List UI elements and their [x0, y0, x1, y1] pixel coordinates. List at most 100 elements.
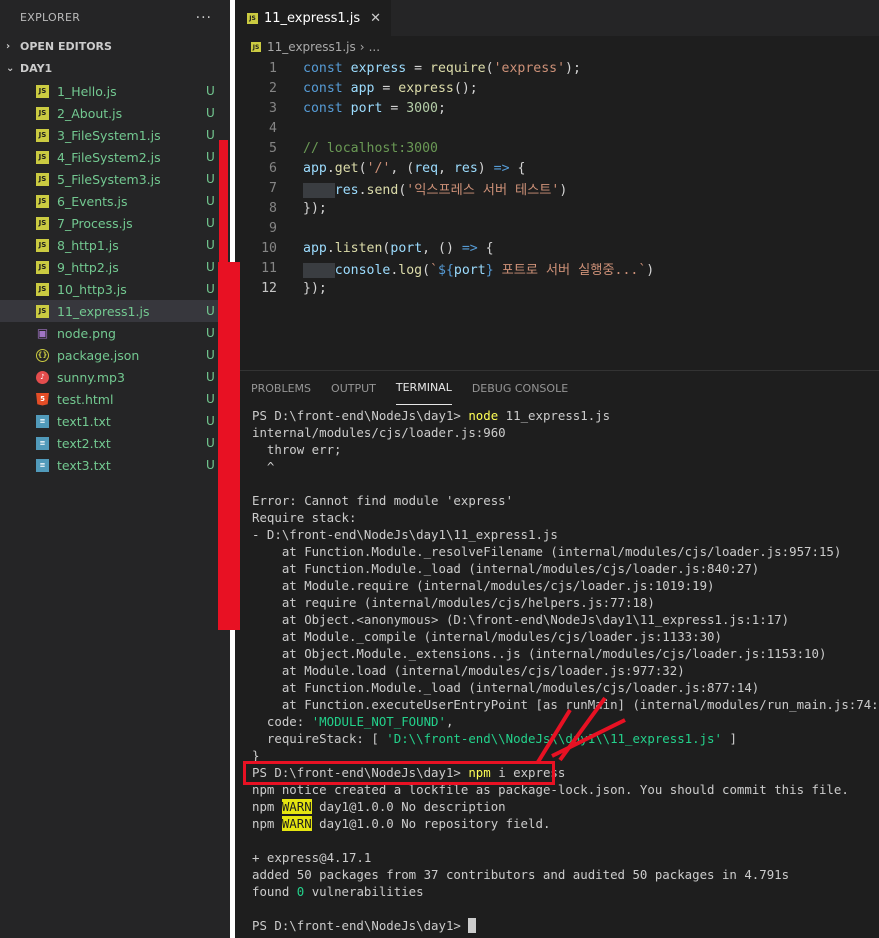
open-editors-label: OPEN EDITORS	[20, 39, 112, 53]
code-token: ;	[438, 100, 446, 116]
file-name: 8_http1.js	[57, 237, 119, 253]
code-token: 포트로 서버 실행중...`	[493, 262, 647, 278]
file-name: package.json	[57, 347, 140, 363]
code-token: });	[303, 200, 327, 216]
line-number: 11	[261, 260, 277, 276]
json-file-icon: {}	[36, 348, 49, 362]
code-line: 7 res.send('익스프레스 서버 테스트')	[235, 178, 879, 198]
code-token: port	[390, 240, 423, 256]
terminal-text: at Object.<anonymous> (D:\front-end\Node…	[252, 612, 790, 627]
js-file-icon: JS	[36, 216, 49, 230]
terminal-text: at Function.Module._resolveFilename (int…	[252, 544, 842, 559]
file-item[interactable]: JS 7_Process.js U	[0, 212, 230, 234]
code-line: 9	[235, 218, 879, 238]
file-item[interactable]: ≡ text3.txt U	[0, 454, 230, 476]
editor-tab[interactable]: JS 11_express1.js ✕	[235, 0, 392, 36]
file-name: node.png	[57, 325, 116, 341]
more-icon[interactable]: ···	[196, 10, 212, 26]
code-text: app.listen(port, () => {	[277, 241, 494, 256]
open-editors-section[interactable]: › OPEN EDITORS	[0, 35, 230, 57]
js-file-icon: JS	[247, 12, 258, 24]
file-item[interactable]: ≡ text1.txt U	[0, 410, 230, 432]
file-name: 1_Hello.js	[57, 83, 117, 99]
file-item[interactable]: ♪ sunny.mp3 U	[0, 366, 230, 388]
red-annotation-stroke	[218, 262, 240, 630]
panel-tab-output[interactable]: OUTPUT	[331, 371, 376, 405]
js-file-icon: JS	[251, 42, 261, 52]
code-token: req	[414, 160, 439, 176]
code-token: .	[326, 240, 335, 256]
terminal-text: npm	[252, 816, 282, 831]
file-item[interactable]: JS 1_Hello.js U	[0, 80, 230, 102]
close-icon[interactable]: ✕	[370, 11, 381, 26]
terminal-cursor	[468, 918, 477, 933]
file-item[interactable]: JS 2_About.js U	[0, 102, 230, 124]
line-number: 6	[269, 160, 277, 176]
red-highlight-box	[243, 761, 555, 785]
terminal-text: + express@4.17.1	[252, 850, 372, 865]
line-number: 7	[269, 180, 277, 196]
file-item[interactable]: JS 10_http3.js U	[0, 278, 230, 300]
code-area[interactable]: 1 const express = require('express'); 2 con…	[235, 58, 879, 298]
panel-tab-problems[interactable]: PROBLEMS	[251, 371, 311, 405]
file-item[interactable]: JS 11_express1.js U	[0, 300, 230, 322]
file-name: 7_Process.js	[57, 215, 133, 231]
terminal-text: PS D:\front-end\NodeJs\day1>	[252, 918, 469, 933]
file-item[interactable]: ≡ text2.txt U	[0, 432, 230, 454]
terminal-line: npm WARN day1@1.0.0 No repository field.	[252, 815, 879, 832]
git-status-badge: U	[206, 106, 215, 120]
panel-tab-debug-console[interactable]: DEBUG CONSOLE	[472, 371, 568, 405]
line-number: 3	[269, 100, 277, 116]
code-line: 3 const port = 3000;	[235, 98, 879, 118]
terminal-line: at Module._compile (internal/modules/cjs…	[252, 628, 879, 645]
folder-section[interactable]: ⌄ DAY1	[0, 57, 230, 79]
panel-tab-terminal[interactable]: TERMINAL	[395, 371, 452, 405]
code-line: 6 app.get('/', (req, res) => {	[235, 158, 879, 178]
breadcrumb-file[interactable]: 11_express1.js	[267, 40, 356, 54]
code-token: get	[334, 160, 359, 176]
file-item[interactable]: JS 5_FileSystem3.js U	[0, 168, 230, 190]
code-token: `	[430, 262, 439, 278]
terminal-text: npm	[252, 799, 282, 814]
file-item[interactable]: JS 4_FileSystem2.js U	[0, 146, 230, 168]
txt-file-icon: ≡	[36, 436, 49, 450]
terminal-line: at Module.load (internal/modules/cjs/loa…	[252, 662, 879, 679]
file-item[interactable]: JS 3_FileSystem1.js U	[0, 124, 230, 146]
terminal-line: PS D:\front-end\NodeJs\day1>	[252, 917, 879, 934]
code-token: =	[374, 80, 399, 96]
terminal[interactable]: PS D:\front-end\NodeJs\day1> node 11_exp…	[235, 405, 879, 934]
terminal-text: ]	[721, 731, 737, 746]
code-text: res.send('익스프레스 서버 테스트')	[277, 179, 567, 198]
line-number: 2	[269, 80, 277, 96]
code-token: 'express'	[493, 60, 566, 76]
terminal-text: Error: Cannot find module 'express'	[252, 493, 514, 508]
folder-label: DAY1	[20, 61, 53, 75]
code-token: });	[303, 280, 327, 296]
file-name: 3_FileSystem1.js	[57, 127, 161, 143]
terminal-text: internal/modules/cjs/loader.js:960	[252, 425, 506, 440]
file-item[interactable]: JS 8_http1.js U	[0, 234, 230, 256]
code-token: )	[477, 160, 494, 176]
code-token: (	[485, 60, 494, 76]
code-line: 8});	[235, 198, 879, 218]
file-name: 4_FileSystem2.js	[57, 149, 161, 165]
file-item[interactable]: ▣ node.png U	[0, 322, 230, 344]
line-number: 4	[269, 120, 277, 136]
file-item[interactable]: 5 test.html U	[0, 388, 230, 410]
breadcrumb: JS 11_express1.js › ...	[235, 36, 879, 58]
terminal-text: at Object.Module._extensions..js (intern…	[252, 646, 827, 661]
file-item[interactable]: JS 9_http2.js U	[0, 256, 230, 278]
chevron-down-icon: ⌄	[6, 62, 15, 74]
code-token: , (	[390, 160, 415, 176]
code-token: =	[382, 100, 407, 116]
code-text: const app = express();	[277, 81, 478, 96]
terminal-line: at Function.Module._load (internal/modul…	[252, 560, 879, 577]
code-token: app	[350, 80, 375, 96]
file-item[interactable]: JS 6_Events.js U	[0, 190, 230, 212]
file-name: text3.txt	[57, 457, 111, 473]
js-file-icon: JS	[36, 238, 49, 252]
breadcrumb-more[interactable]: ...	[369, 40, 380, 54]
file-item[interactable]: {} package.json U	[0, 344, 230, 366]
